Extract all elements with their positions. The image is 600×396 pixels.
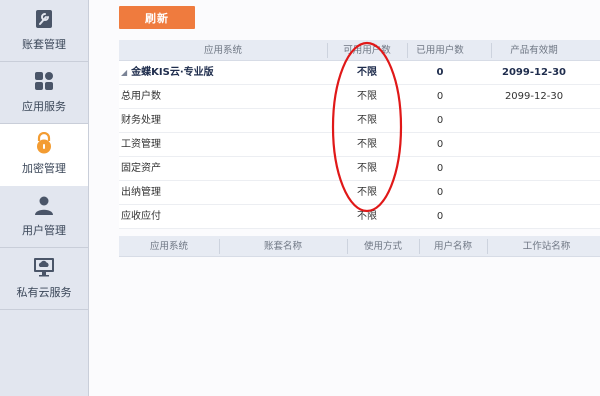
table-row[interactable]: 应收应付 不限 0: [119, 205, 600, 229]
sidebar-item-label: 应用服务: [22, 100, 66, 113]
table-header: 应用系统 账套名称 使用方式 用户名称 工作站名称: [119, 236, 600, 257]
column-header-app-system: 应用系统: [149, 241, 188, 252]
table-row[interactable]: 固定资产 不限 0: [119, 157, 600, 181]
sidebar-item-user-management[interactable]: 用户管理: [0, 186, 88, 248]
available-users: 不限: [357, 91, 377, 102]
column-header-workstation-name: 工作站名称: [522, 241, 571, 252]
module-name: 工资管理: [121, 139, 161, 150]
used-users: 0: [436, 139, 444, 150]
expiry-date: [491, 205, 577, 229]
expiry-date: [491, 109, 577, 133]
sidebar-item-label: 私有云服务: [16, 286, 72, 299]
available-users: 不限: [357, 211, 377, 222]
table-row-group[interactable]: ◢ 金蝶KIS云·专业版 不限 0 2099-12-30: [119, 61, 600, 85]
expiry-date: [491, 157, 577, 181]
table-row[interactable]: 出纳管理 不限 0: [119, 181, 600, 205]
sidebar-item-label: 账套管理: [22, 38, 66, 51]
main-panel: 刷新 应用系统 可用用户数 已用用户数 产品有效期 ◢ 金蝶KIS云·专业版 不限…: [89, 0, 600, 396]
used-users: 0: [436, 163, 444, 174]
module-name: 固定资产: [121, 163, 161, 174]
column-header-usage-mode: 使用方式: [363, 241, 402, 252]
apps-grid-icon: [33, 70, 55, 92]
column-header-app-system: 应用系统: [203, 45, 242, 56]
wrench-icon: [33, 8, 55, 30]
used-users: 0: [436, 211, 444, 222]
session-table: 应用系统 账套名称 使用方式 用户名称 工作站名称: [119, 236, 600, 377]
available-users: 不限: [357, 187, 377, 198]
module-name: 财务处理: [121, 115, 161, 126]
column-header-account-name: 账套名称: [263, 241, 302, 252]
module-name: 出纳管理: [121, 187, 161, 198]
table-row[interactable]: 总用户数 不限 0 2099-12-30: [119, 85, 600, 109]
expiry-date: 2099-12-30: [502, 67, 566, 78]
available-users: 不限: [357, 139, 377, 150]
license-table: 应用系统 可用用户数 已用用户数 产品有效期 ◢ 金蝶KIS云·专业版 不限 0 …: [119, 40, 600, 229]
used-users: 0: [436, 67, 444, 78]
sidebar-item-label: 用户管理: [22, 224, 66, 237]
expiry-date: [491, 181, 577, 205]
used-users: 0: [436, 91, 444, 102]
column-header-user-name: 用户名称: [433, 241, 472, 252]
module-name: 应收应付: [121, 211, 161, 222]
sidebar-item-app-services[interactable]: 应用服务: [0, 62, 88, 124]
module-name: 总用户数: [121, 91, 161, 102]
available-users: 不限: [357, 67, 377, 78]
sidebar: 账套管理 应用服务 加密管理 用户管理 私有云服务: [0, 0, 89, 396]
sidebar-item-label: 加密管理: [22, 162, 66, 175]
expiry-date: [491, 133, 577, 157]
product-name: 金蝶KIS云·专业版: [131, 67, 214, 78]
caret-down-icon[interactable]: ◢: [121, 68, 127, 77]
column-header-expiry: 产品有效期: [510, 45, 558, 56]
monitor-icon: [33, 256, 55, 278]
sidebar-item-encryption-management[interactable]: 加密管理: [0, 124, 88, 186]
refresh-button[interactable]: 刷新: [119, 6, 195, 29]
column-header-used-users: 已用用户数: [416, 45, 464, 56]
session-table-body: [119, 257, 600, 377]
table-row[interactable]: 工资管理 不限 0: [119, 133, 600, 157]
expiry-date: 2099-12-30: [504, 91, 564, 102]
column-header-available-users: 可用用户数: [343, 45, 391, 56]
sidebar-item-account-management[interactable]: 账套管理: [0, 0, 88, 62]
available-users: 不限: [357, 163, 377, 174]
used-users: 0: [436, 115, 444, 126]
available-users: 不限: [357, 115, 377, 126]
user-icon: [33, 194, 55, 216]
sidebar-item-private-cloud[interactable]: 私有云服务: [0, 248, 88, 310]
lock-icon: [33, 132, 55, 154]
table-row[interactable]: 财务处理 不限 0: [119, 109, 600, 133]
used-users: 0: [436, 187, 444, 198]
table-header: 应用系统 可用用户数 已用用户数 产品有效期: [119, 40, 600, 61]
